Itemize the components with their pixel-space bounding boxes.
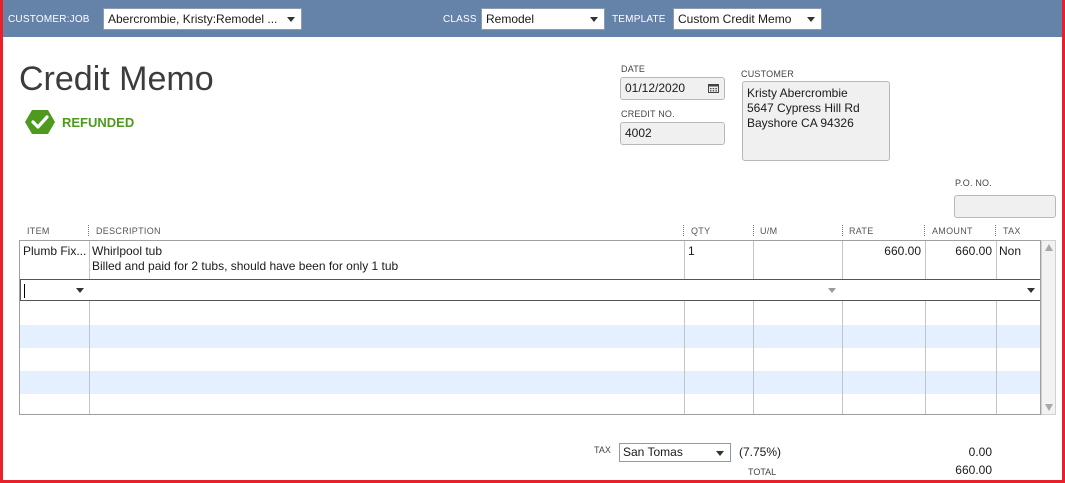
calendar-icon[interactable] — [708, 83, 719, 93]
column-resize-handle[interactable] — [995, 225, 996, 236]
total-amount: 660.00 — [955, 463, 992, 477]
class-label: CLASS — [443, 14, 477, 25]
item-dropdown-arrow-icon[interactable] — [76, 288, 84, 293]
po-field[interactable] — [954, 195, 1056, 218]
col-header-tax[interactable]: TAX — [1003, 226, 1021, 236]
customer-job-value: Abercrombie, Kristy:Remodel ... — [108, 12, 278, 26]
date-field[interactable]: 01/12/2020 — [620, 77, 725, 100]
chevron-down-icon — [807, 17, 815, 22]
table-row[interactable]: Plumb Fix... Whirlpool tub Billed and pa… — [20, 241, 1040, 279]
col-header-item[interactable]: ITEM — [27, 226, 50, 236]
empty-row[interactable] — [20, 371, 1040, 394]
column-resize-handle[interactable] — [683, 225, 684, 236]
credit-no-field[interactable]: 4002 — [620, 122, 725, 145]
scroll-up-icon[interactable] — [1045, 244, 1053, 251]
template-dropdown[interactable]: Custom Credit Memo — [673, 8, 822, 30]
cell-rate[interactable]: 660.00 — [846, 244, 921, 259]
text-cursor — [24, 284, 25, 298]
col-header-rate[interactable]: RATE — [849, 226, 874, 236]
customer-job-dropdown[interactable]: Abercrombie, Kristy:Remodel ... — [103, 8, 302, 30]
grid-scrollbar[interactable] — [1041, 240, 1056, 415]
um-dropdown-arrow-icon[interactable] — [828, 288, 836, 293]
po-label: P.O. NO. — [955, 178, 992, 188]
cell-tax[interactable]: Non — [999, 244, 1021, 259]
column-resize-handle[interactable] — [753, 225, 754, 236]
column-resize-handle[interactable] — [924, 225, 925, 236]
template-value: Custom Credit Memo — [678, 12, 792, 26]
address-line: 5647 Cypress Hill Rd — [747, 101, 860, 115]
tax-item-value: San Tomas — [623, 445, 683, 459]
address-line: Bayshore CA 94326 — [747, 116, 854, 130]
cell-amount[interactable]: 660.00 — [929, 244, 992, 259]
col-header-qty[interactable]: QTY — [691, 226, 710, 236]
scroll-down-icon[interactable] — [1045, 404, 1053, 411]
customer-job-label: CUSTOMER:JOB — [8, 14, 90, 25]
cell-item[interactable]: Plumb Fix... — [23, 244, 87, 259]
column-resize-handle[interactable] — [842, 225, 843, 236]
form-toolbar: CUSTOMER:JOB Abercrombie, Kristy:Remodel… — [0, 0, 1065, 37]
new-line-row[interactable] — [20, 279, 1040, 301]
class-value: Remodel — [486, 12, 535, 26]
chevron-down-icon — [590, 17, 598, 22]
empty-row[interactable] — [20, 325, 1040, 348]
total-label: TOTAL — [748, 467, 777, 477]
form-title: Credit Memo — [19, 60, 214, 98]
tax-item-dropdown[interactable]: San Tomas — [619, 443, 731, 462]
tax-rate: (7.75%) — [739, 445, 782, 459]
cell-description-line1[interactable]: Whirlpool tub — [92, 244, 162, 259]
tax-label: TAX — [594, 445, 611, 455]
date-value: 01/12/2020 — [625, 81, 686, 95]
check-badge-icon — [25, 110, 55, 134]
refunded-status-badge: REFUNDED — [24, 109, 134, 135]
customer-label: CUSTOMER — [741, 69, 794, 79]
class-dropdown[interactable]: Remodel — [481, 8, 605, 30]
chevron-down-icon — [716, 451, 724, 456]
column-resize-handle[interactable] — [88, 225, 89, 236]
col-header-um[interactable]: U/M — [760, 226, 777, 236]
tax-amount: 0.00 — [968, 445, 992, 459]
line-items-header: ITEM DESCRIPTION QTY U/M RATE AMOUNT TAX — [19, 222, 1056, 240]
chevron-down-icon — [287, 17, 295, 22]
template-label: TEMPLATE — [612, 14, 666, 25]
col-header-amount[interactable]: AMOUNT — [932, 226, 973, 236]
status-text: REFUNDED — [62, 114, 135, 130]
tax-dropdown-arrow-icon[interactable] — [1027, 288, 1035, 293]
date-label: DATE — [621, 64, 646, 74]
credit-no-value: 4002 — [625, 126, 652, 140]
line-items-grid: Plumb Fix... Whirlpool tub Billed and pa… — [19, 240, 1041, 415]
cell-qty[interactable]: 1 — [688, 244, 695, 259]
credit-no-label: CREDIT NO. — [621, 109, 675, 119]
customer-address-field[interactable]: Kristy Abercrombie 5647 Cypress Hill Rd … — [742, 81, 890, 161]
cell-description-line2[interactable]: Billed and paid for 2 tubs, should have … — [92, 259, 398, 274]
col-header-description[interactable]: DESCRIPTION — [96, 226, 161, 236]
address-line: Kristy Abercrombie — [747, 86, 848, 100]
